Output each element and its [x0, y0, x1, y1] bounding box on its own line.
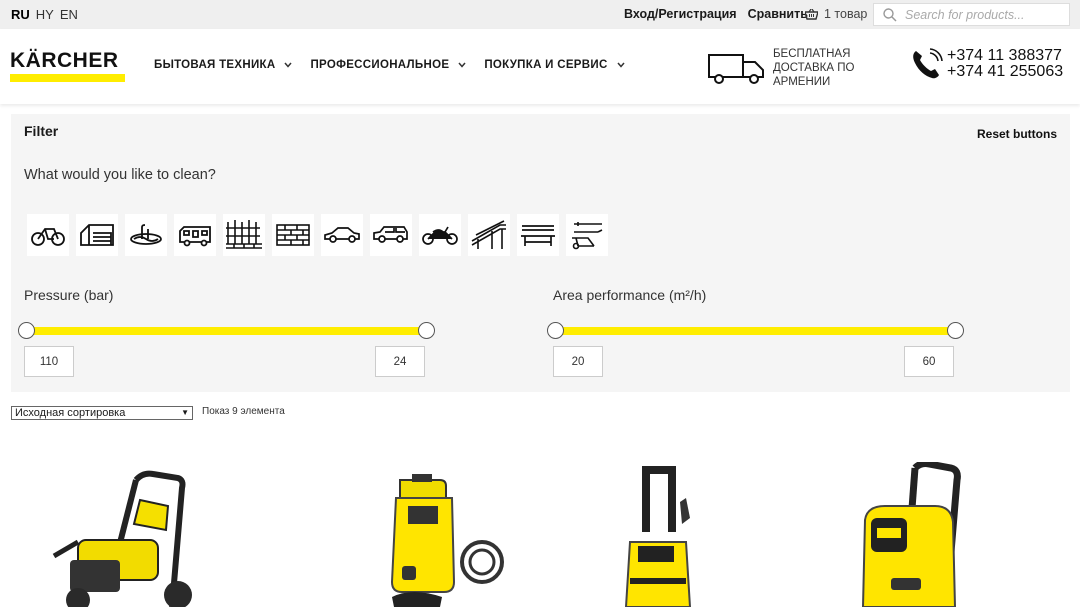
product-image-k3[interactable] [620, 462, 700, 607]
main-nav: БЫТОВАЯ ТЕХНИКА ПРОФЕССИОНАЛЬНОЕ ПОКУПКА… [154, 59, 625, 71]
camper-icon[interactable] [174, 214, 216, 256]
login-link[interactable]: Вход/Регистрация [624, 7, 737, 21]
cart-count: 1 товар [824, 7, 868, 21]
area-min-handle[interactable] [547, 322, 564, 339]
area-max-input[interactable]: 60 [904, 346, 954, 377]
product-image-k2-compact[interactable] [382, 472, 522, 607]
basket-icon [805, 8, 818, 20]
free-delivery: БЕСПЛАТНАЯ ДОСТАВКА ПО АРМЕНИИ [707, 47, 903, 89]
product-image-k4[interactable] [855, 462, 975, 607]
pressure-track[interactable] [27, 327, 425, 335]
lang-hy[interactable]: HY [36, 7, 54, 22]
pressure-max-handle[interactable] [418, 322, 435, 339]
pressure-min-handle[interactable] [18, 322, 35, 339]
search-box [873, 3, 1070, 26]
nav-professional[interactable]: ПРОФЕССИОНАЛЬНОЕ [310, 59, 466, 71]
logo-bar [10, 74, 125, 82]
lang-en[interactable]: EN [60, 7, 78, 22]
pressure-label: Pressure (bar) [24, 287, 114, 303]
suv-icon[interactable] [370, 214, 412, 256]
language-switcher: RU HY EN [11, 7, 78, 22]
sort-select[interactable]: Исходная сортировка ▼ [11, 406, 193, 420]
delivery-text: БЕСПЛАТНАЯ ДОСТАВКА ПО АРМЕНИИ [773, 48, 855, 88]
main-header: KÄRCHER БЫТОВАЯ ТЕХНИКА ПРОФЕССИОНАЛЬНОЕ… [0, 29, 1080, 104]
garden-tools-icon[interactable] [566, 214, 608, 256]
area-max-handle[interactable] [947, 322, 964, 339]
nav-household-label: БЫТОВАЯ ТЕХНИКА [154, 59, 276, 71]
nav-purchase-service[interactable]: ПОКУПКА И СЕРВИС [484, 59, 625, 71]
karcher-logo[interactable]: KÄRCHER [10, 50, 125, 82]
chevron-down-icon [458, 62, 466, 68]
result-count: Показ 9 элемента [202, 406, 285, 417]
logo-text: KÄRCHER [10, 49, 119, 72]
chevron-down-icon: ▼ [181, 408, 189, 417]
chevron-down-icon [284, 62, 293, 68]
search-input[interactable] [905, 7, 1065, 22]
brick-wall-icon[interactable] [272, 214, 314, 256]
area-min-input[interactable]: 20 [553, 346, 603, 377]
nav-household[interactable]: БЫТОВАЯ ТЕХНИКА [154, 59, 293, 71]
product-image-gas-washer[interactable] [48, 470, 198, 607]
lang-ru[interactable]: RU [11, 7, 30, 22]
fence-icon[interactable] [223, 214, 265, 256]
bench-icon[interactable] [517, 214, 559, 256]
nav-professional-label: ПРОФЕССИОНАЛЬНОЕ [310, 59, 450, 71]
clean-question: What would you like to clean? [24, 167, 216, 183]
phone-number-1[interactable]: +374 11 388377 [947, 48, 1063, 64]
stairs-icon[interactable] [468, 214, 510, 256]
cart-link[interactable]: 1 товар [805, 7, 867, 21]
sort-selected: Исходная сортировка [15, 407, 126, 419]
area-label: Area performance (m²/h) [553, 287, 707, 303]
pressure-max-input[interactable]: 24 [375, 346, 425, 377]
garage-icon[interactable] [76, 214, 118, 256]
compare-link[interactable]: Сравнить [748, 7, 808, 21]
phone-number-2[interactable]: +374 41 255063 [947, 64, 1063, 80]
pressure-min-input[interactable]: 110 [24, 346, 74, 377]
truck-icon [708, 54, 764, 84]
phone-icon [913, 48, 943, 79]
phone-block: +374 11 388377 +374 41 255063 [910, 47, 1063, 81]
filter-title: Filter [24, 123, 59, 139]
search-icon[interactable] [883, 7, 897, 22]
motorcycle-icon[interactable] [419, 214, 461, 256]
car-icon[interactable] [321, 214, 363, 256]
area-track[interactable] [556, 327, 954, 335]
nav-purchase-label: ПОКУПКА И СЕРВИС [484, 59, 608, 71]
clean-target-icons [27, 214, 608, 256]
bicycle-icon[interactable] [27, 214, 69, 256]
filter-panel: Filter Reset buttons What would you like… [11, 114, 1070, 392]
reset-button[interactable]: Reset buttons [977, 127, 1057, 141]
pool-icon[interactable] [125, 214, 167, 256]
chevron-down-icon [616, 62, 625, 68]
top-bar: RU HY EN Вход/Регистрация Сравнить 1 тов… [0, 0, 1080, 29]
